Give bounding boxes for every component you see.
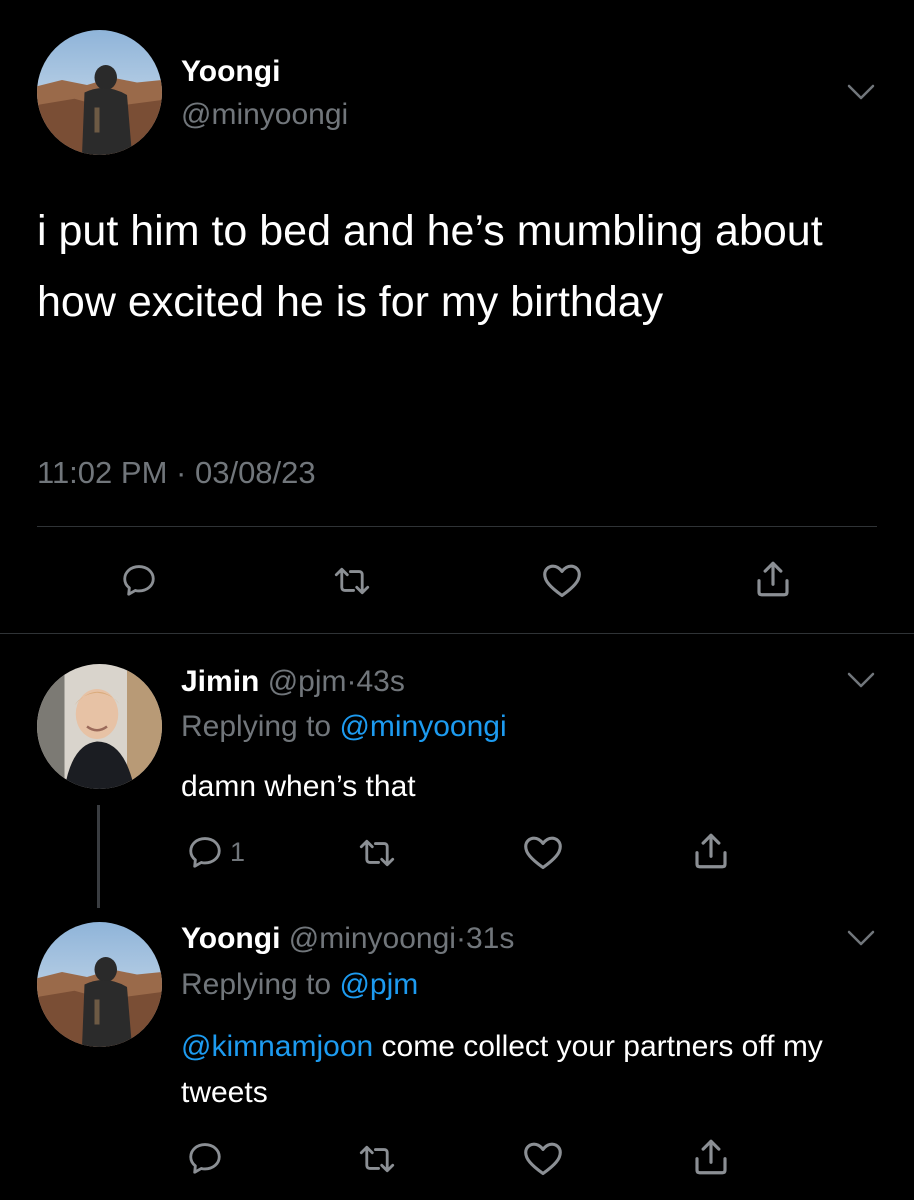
meta-separator: · [455, 922, 466, 955]
share-button[interactable] [690, 1136, 732, 1178]
avatar-yoongi[interactable] [37, 30, 162, 155]
reply-body: damn when’s that [181, 770, 416, 803]
tweet-timestamp[interactable]: 11:02 PM · 03/08/23 [37, 455, 316, 491]
text-mention[interactable]: @kimnamjoon [181, 1030, 373, 1063]
like-icon [524, 836, 562, 870]
retweet-icon [359, 1145, 395, 1173]
reply-button[interactable]: 1 [186, 833, 245, 871]
replying-to-mention[interactable]: @pjm [339, 968, 418, 1001]
retweet-icon [359, 839, 395, 867]
replying-to-mention[interactable]: @minyoongi [339, 710, 506, 743]
like-button[interactable] [541, 561, 583, 599]
divider [0, 633, 914, 634]
replying-to: Replying to @pjm [181, 968, 418, 1002]
reply-text: damn when’s that [181, 764, 881, 810]
avatar-image [37, 922, 162, 1047]
reply-text: @kimnamjoon come collect your partners o… [181, 1024, 881, 1116]
reply-icon [123, 565, 155, 596]
reply-count: 1 [230, 836, 246, 867]
author-handle[interactable]: @minyoongi [181, 98, 348, 132]
retweet-icon [334, 567, 370, 595]
thread-line [97, 805, 100, 908]
avatar-jimin[interactable] [37, 664, 162, 789]
tweet-age[interactable]: 43s [357, 665, 405, 698]
share-button[interactable] [690, 830, 732, 872]
reply-button[interactable] [186, 1139, 230, 1177]
tweet-time: 11:02 PM [37, 455, 168, 490]
share-icon [695, 1139, 727, 1175]
reply-header: Jimin @pjm·43s [181, 665, 405, 699]
chevron-down-icon[interactable] [846, 670, 876, 690]
author-handle[interactable]: @pjm [268, 665, 347, 698]
meta-separator: · [346, 665, 357, 698]
replying-to: Replying to @minyoongi [181, 710, 507, 744]
share-icon [695, 833, 727, 869]
tweet-age[interactable]: 31s [466, 922, 514, 955]
like-icon [524, 1142, 562, 1176]
reply-icon [189, 1143, 221, 1174]
retweet-button[interactable] [355, 1140, 399, 1178]
like-icon [543, 564, 581, 598]
author-name[interactable]: Yoongi [181, 922, 280, 955]
reply-button[interactable] [120, 561, 158, 599]
retweet-button[interactable] [330, 562, 374, 600]
avatar-yoongi[interactable] [37, 922, 162, 1047]
like-button[interactable] [522, 1139, 564, 1177]
chevron-down-icon[interactable] [846, 928, 876, 948]
reply-header: Yoongi @minyoongi·31s [181, 922, 514, 956]
replying-prefix: Replying to [181, 968, 332, 1001]
meta-separator: · [176, 455, 187, 490]
avatar-image [37, 30, 162, 155]
avatar-image [37, 664, 162, 789]
reply-icon [189, 837, 221, 868]
divider [37, 526, 877, 527]
tweet-date: 03/08/23 [194, 455, 316, 490]
retweet-button[interactable] [355, 834, 399, 872]
share-button[interactable] [752, 558, 794, 600]
chevron-down-icon[interactable] [846, 82, 876, 102]
share-icon [757, 561, 789, 597]
like-button[interactable] [522, 833, 564, 871]
author-handle[interactable]: @minyoongi [289, 922, 456, 955]
author-name[interactable]: Jimin [181, 665, 259, 698]
author-name[interactable]: Yoongi [181, 55, 280, 89]
tweet-text: i put him to bed and he’s mumbling about… [37, 207, 823, 326]
replying-prefix: Replying to [181, 710, 332, 743]
